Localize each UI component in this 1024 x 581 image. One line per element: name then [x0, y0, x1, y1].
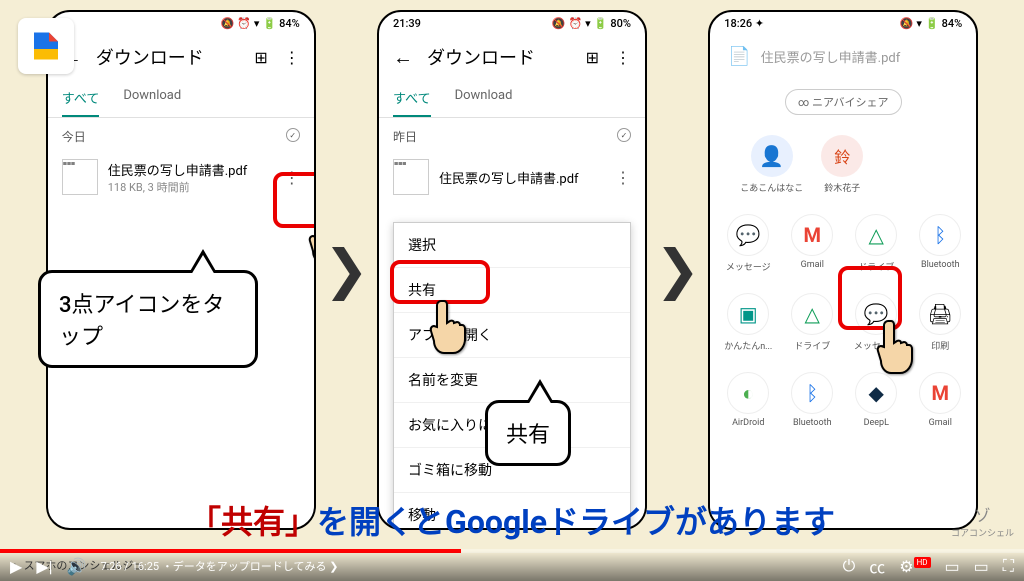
drive-icon: △ — [791, 293, 833, 335]
grid-view-icon[interactable]: ⊞ — [254, 48, 267, 67]
phone-screenshot-3: 18:26 ✦ 🔕 ▾ 🔋 84% 📄 住民票の写し申請書.pdf ∞ ニアバイ… — [708, 10, 978, 530]
section-label: 昨日 ✓ — [379, 118, 645, 151]
share-gmail-2[interactable]: MGmail — [910, 372, 970, 428]
play-button[interactable]: ▶ — [10, 557, 22, 576]
file-more-icon[interactable]: ⋮ — [615, 168, 631, 187]
more-dots-icon[interactable]: ⋮ — [615, 48, 631, 67]
status-icons: 🔕 ⏰ ▾ 🔋 80% — [552, 17, 631, 30]
youtube-controls: ▶ ▶| 🔊 7:26 / 16:25 ・データをアップロードしてみる ❯ ⏻ … — [0, 551, 1024, 581]
share-messages[interactable]: 💬メッセージ — [718, 214, 778, 273]
arrow-right-icon: ❯ — [655, 238, 700, 302]
share-grid-3: ◐AirDroid ᛒBluetooth ◆DeepL MGmail — [710, 362, 976, 438]
select-all-icon[interactable]: ✓ — [286, 128, 300, 142]
select-all-icon[interactable]: ✓ — [617, 128, 631, 142]
contact-item[interactable]: 👤 こあこんはなこ — [740, 135, 803, 194]
files-app-logo — [18, 18, 74, 74]
file-item[interactable]: ≡≡≡ 住民票の写し申請書.pdf ⋮ — [379, 151, 645, 203]
header-title: ダウンロード — [427, 44, 572, 70]
contact-row: 👤 こあこんはなこ 鈴 鈴木花子 — [710, 125, 976, 204]
status-bar: 🔕 ⏰ ▾ 🔋 84% — [48, 12, 314, 34]
callout-1: 3点アイコンをタップ — [38, 270, 258, 368]
pointer-hand-icon — [425, 297, 467, 357]
captions-button[interactable]: ㏄ — [869, 554, 885, 578]
contact-avatar-icon: 鈴 — [821, 135, 863, 177]
share-print[interactable]: 🖨印刷 — [910, 293, 970, 352]
video-caption: 「共有」を開くとGoogleドライブがあります — [0, 497, 1024, 543]
share-bluetooth-2[interactable]: ᛒBluetooth — [782, 372, 842, 428]
pointer-hand-icon — [872, 317, 914, 377]
settings-button[interactable]: ⚙HD — [899, 557, 930, 576]
nearby-share-button[interactable]: ∞ ニアバイシェア — [785, 89, 902, 115]
pointer-hand-icon — [304, 207, 316, 267]
autoplay-toggle[interactable]: ⏻ — [843, 556, 856, 576]
share-gmail[interactable]: MGmail — [782, 214, 842, 273]
tab-download[interactable]: Download — [123, 80, 181, 117]
share-drive[interactable]: △ドライブ — [846, 214, 906, 273]
next-button[interactable]: ▶| — [36, 557, 52, 576]
bluetooth-icon: ᛒ — [791, 372, 833, 414]
file-name: 住民票の写し申請書.pdf — [108, 160, 274, 179]
app-header: ← ダウンロード ⊞ ⋮ — [379, 34, 645, 80]
tab-all[interactable]: すべて — [393, 80, 431, 117]
gmail-icon: M — [919, 372, 961, 414]
contact-avatar-icon: 👤 — [751, 135, 793, 177]
theater-button[interactable]: ▭ — [974, 557, 989, 576]
netprint-icon: ▣ — [727, 293, 769, 335]
time-display: 7:26 / 16:25 ・データをアップロードしてみる ❯ — [100, 558, 338, 574]
tab-all[interactable]: すべて — [62, 80, 100, 117]
share-bluetooth[interactable]: ᛒBluetooth — [910, 214, 970, 273]
share-drive-2[interactable]: △ドライブ — [782, 293, 842, 352]
status-icons: 🔕 ⏰ ▾ 🔋 84% — [221, 17, 300, 30]
share-airdroid[interactable]: ◐AirDroid — [718, 372, 778, 428]
file-thumbnail-icon: ≡≡≡ — [393, 159, 429, 195]
bluetooth-icon: ᛒ — [919, 214, 961, 256]
airdroid-icon: ◐ — [727, 372, 769, 414]
grid-view-icon[interactable]: ⊞ — [586, 48, 599, 67]
drive-icon: △ — [855, 214, 897, 256]
arrow-right-icon: ❯ — [324, 238, 369, 302]
app-header: ← ダウンロード ⊞ ⋮ — [48, 34, 314, 80]
fullscreen-button[interactable]: ⛶ — [1003, 556, 1014, 576]
menu-rename[interactable]: 名前を変更 — [394, 358, 630, 403]
volume-button[interactable]: 🔊 — [67, 557, 87, 576]
file-meta: 118 KB, 3 時間前 — [108, 179, 274, 195]
back-arrow-icon[interactable]: ← — [393, 45, 413, 70]
file-name: 住民票の写し申請書.pdf — [439, 168, 605, 187]
share-deepl[interactable]: ◆DeepL — [846, 372, 906, 428]
messages-icon: 💬 — [727, 214, 769, 256]
file-thumbnail-icon: ≡≡≡ — [62, 159, 98, 195]
more-dots-icon[interactable]: ⋮ — [284, 48, 300, 67]
deepl-icon: ◆ — [855, 372, 897, 414]
share-filename: 住民票の写し申請書.pdf — [761, 47, 901, 66]
tabs: すべて Download — [48, 80, 314, 118]
gmail-icon: M — [791, 214, 833, 256]
status-time: 21:39 — [393, 17, 421, 30]
print-icon: 🖨 — [919, 293, 961, 335]
tab-download[interactable]: Download — [455, 80, 513, 117]
callout-2: 共有 — [485, 400, 571, 466]
status-bar: 21:39 🔕 ⏰ ▾ 🔋 80% — [379, 12, 645, 34]
section-label: 今日 ✓ — [48, 118, 314, 151]
status-time: 18:26 — [724, 17, 752, 30]
share-header: 📄 住民票の写し申請書.pdf — [710, 34, 976, 79]
status-bar: 18:26 ✦ 🔕 ▾ 🔋 84% — [710, 12, 976, 34]
status-icons: 🔕 ▾ 🔋 84% — [900, 17, 963, 30]
tabs: すべて Download — [379, 80, 645, 118]
share-netprint[interactable]: ▣かんたんn... — [718, 293, 778, 352]
document-icon: 📄 — [728, 46, 750, 67]
contact-item[interactable]: 鈴 鈴木花子 — [821, 135, 863, 194]
miniplayer-button[interactable]: ▭ — [945, 557, 960, 576]
header-title: ダウンロード — [96, 44, 241, 70]
